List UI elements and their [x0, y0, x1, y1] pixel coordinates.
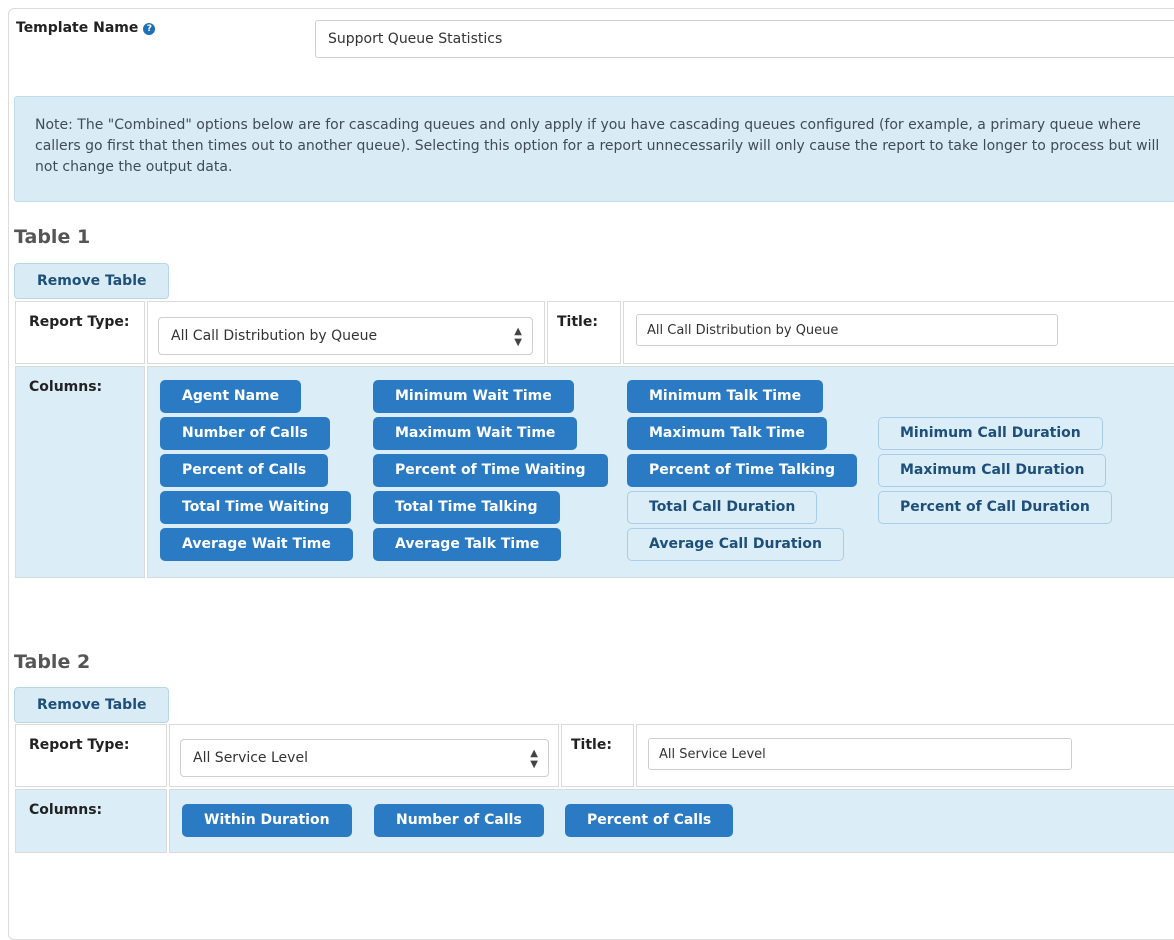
table-1-report-type-label: Report Type: — [29, 314, 130, 330]
table-2-column-chip[interactable]: Within Duration — [182, 804, 352, 837]
table-1-title-input[interactable] — [636, 314, 1058, 346]
template-name-text: Template Name — [16, 20, 139, 36]
table-2-column-chip[interactable]: Percent of Calls — [565, 804, 734, 837]
table-2-report-type-value: All Service Level — [193, 750, 308, 766]
cascading-queue-note: Note: The "Combined" options below are f… — [14, 96, 1174, 202]
table-1-column-chip[interactable]: Percent of Time Talking — [627, 454, 857, 487]
table-1-columns-label-cell: Columns: — [15, 366, 145, 578]
table-2-column-chip[interactable]: Number of Calls — [374, 804, 544, 837]
table-1-column-chip[interactable]: Number of Calls — [160, 417, 330, 450]
table-2-report-type-label-cell: Report Type: — [15, 724, 167, 787]
table-1-column-chip[interactable]: Average Talk Time — [373, 528, 562, 561]
table-1-report-type-label-cell: Report Type: — [15, 301, 145, 364]
table-1-columns-label: Columns: — [29, 379, 103, 395]
question-circle-icon[interactable]: ? — [143, 23, 156, 35]
select-arrows-icon: ▲ ▼ — [514, 326, 522, 348]
table-2-title-input[interactable] — [648, 738, 1072, 770]
table-1-column-chip[interactable]: Minimum Wait Time — [373, 380, 574, 413]
table-1-column-chip[interactable]: Average Wait Time — [160, 528, 353, 561]
table-1-title-label: Title: — [557, 314, 598, 330]
table-2-columns-label-cell: Columns: — [15, 789, 167, 853]
table-1-column-chip[interactable]: Total Time Waiting — [160, 491, 352, 524]
table-2-title-cell — [636, 724, 1174, 787]
table-2-columns-label: Columns: — [29, 802, 103, 818]
table-1-column-chip[interactable]: Percent of Time Waiting — [373, 454, 608, 487]
select-arrows-icon: ▲ ▼ — [530, 748, 538, 770]
table-1-column-chip[interactable]: Total Call Duration — [627, 491, 818, 524]
table-2-heading: Table 2 — [14, 651, 91, 673]
table-2-title-label: Title: — [571, 737, 612, 753]
table-1-title-label-cell: Title: — [547, 301, 621, 364]
table-2-report-type-select[interactable]: All Service Level ▲ ▼ — [180, 739, 549, 777]
table-1-column-chip[interactable]: Maximum Wait Time — [373, 417, 578, 450]
table-1-column-chip[interactable]: Total Time Talking — [373, 491, 560, 524]
table-1-column-chip[interactable]: Average Call Duration — [627, 528, 844, 561]
table-1-report-type-value: All Call Distribution by Queue — [171, 328, 378, 344]
table-2-remove-button[interactable]: Remove Table — [14, 687, 170, 723]
table-1-column-chip[interactable]: Minimum Call Duration — [878, 417, 1103, 450]
table-1-report-type-select[interactable]: All Call Distribution by Queue ▲ ▼ — [158, 317, 533, 355]
table-2-report-type-label: Report Type: — [29, 737, 130, 753]
table-2-report-type-cell: All Service Level ▲ ▼ — [169, 724, 559, 787]
table-1-remove-button[interactable]: Remove Table — [14, 263, 170, 299]
table-2-title-label-cell: Title: — [561, 724, 634, 787]
table-1-column-chip[interactable]: Percent of Calls — [160, 454, 329, 487]
template-name-input[interactable] — [315, 20, 1174, 58]
table-1-column-chip[interactable]: Maximum Talk Time — [627, 417, 827, 450]
table-1-title-cell — [623, 301, 1174, 364]
table-1-report-type-cell: All Call Distribution by Queue ▲ ▼ — [147, 301, 545, 364]
table-1-heading: Table 1 — [14, 226, 91, 248]
table-1-column-chip[interactable]: Minimum Talk Time — [627, 380, 824, 413]
table-1-column-chip[interactable]: Percent of Call Duration — [878, 491, 1112, 524]
template-name-label: Template Name? — [16, 20, 156, 36]
table-1-column-chip[interactable]: Maximum Call Duration — [878, 454, 1107, 487]
table-1-column-chip[interactable]: Agent Name — [160, 380, 302, 413]
